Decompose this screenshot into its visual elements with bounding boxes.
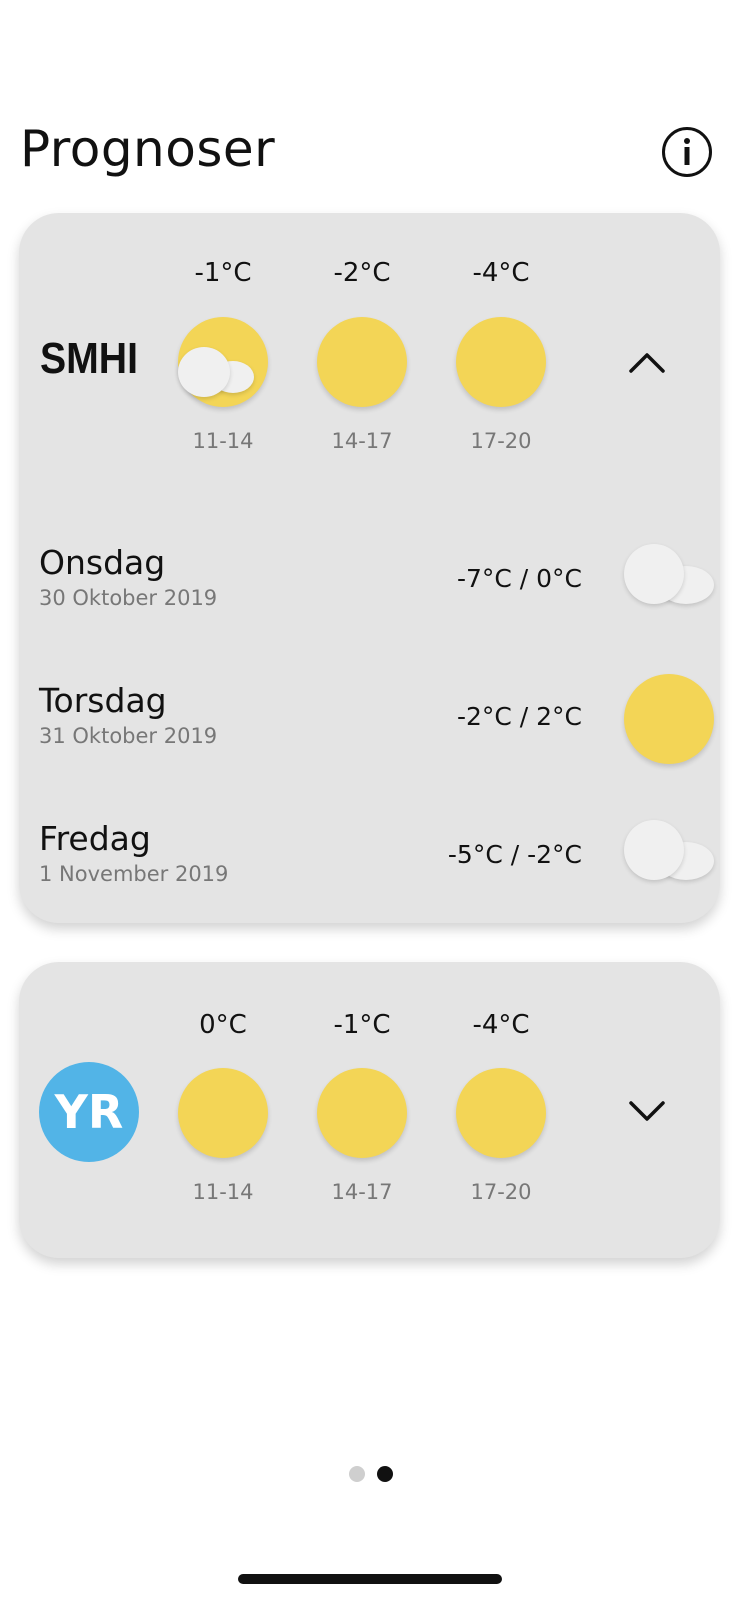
day-date: 30 Oktober 2019	[39, 586, 218, 610]
chevron-down-icon	[629, 1101, 665, 1121]
sun-icon	[178, 1068, 268, 1158]
collapse-button[interactable]	[617, 332, 677, 392]
page-title: Prognoser	[20, 120, 276, 178]
smhi-logo: SMHI	[40, 337, 138, 377]
hour-time: 14-17	[331, 1180, 393, 1204]
day-temp-range: -2°C / 2°C	[456, 702, 582, 731]
expand-button[interactable]	[617, 1082, 677, 1142]
page-indicator	[349, 1466, 393, 1482]
sun-icon	[456, 1068, 546, 1158]
chevron-up-icon	[629, 353, 665, 373]
hour-temp: -4°C	[472, 1010, 530, 1040]
day-name: Fredag	[39, 819, 151, 858]
home-indicator[interactable]	[238, 1574, 502, 1584]
day-row[interactable]: Torsdag 31 Oktober 2019 -2°C / 2°C	[39, 674, 714, 764]
day-name: Onsdag	[39, 543, 166, 582]
info-icon	[684, 138, 690, 165]
day-row[interactable]: Onsdag 30 Oktober 2019 -7°C / 0°C	[39, 543, 714, 626]
hour-temp: 0°C	[199, 1010, 247, 1040]
hour-time: 11-14	[192, 1180, 254, 1204]
day-temp-range: -5°C / -2°C	[447, 840, 582, 869]
hour-temp: -1°C	[194, 258, 252, 288]
day-name: Torsdag	[39, 681, 167, 720]
day-date: 31 Oktober 2019	[39, 724, 218, 748]
sun-icon	[624, 674, 714, 764]
yr-logo-text: YR	[54, 1085, 124, 1139]
page-dot[interactable]	[349, 1466, 365, 1482]
page-dot-active[interactable]	[377, 1466, 393, 1482]
hour-time: 14-17	[331, 429, 393, 453]
sun-icon	[317, 317, 407, 407]
hour-time: 17-20	[470, 429, 532, 453]
cloud-icon	[624, 812, 714, 902]
yr-logo: YR	[39, 1062, 139, 1162]
info-button[interactable]	[662, 127, 712, 177]
smhi-logo-text: SMHI	[40, 337, 138, 377]
forecast-card-smhi: SMHI -1°C 11-14 -2°C 14-17 -4°C 17-20 On…	[19, 213, 720, 923]
sun-icon	[317, 1068, 407, 1158]
hour-temp: -4°C	[472, 258, 530, 288]
sun-icon	[456, 317, 546, 407]
hour-temp: -2°C	[333, 258, 391, 288]
forecast-card-yr: YR 0°C 11-14 -1°C 14-17 -4°C 17-20	[19, 962, 720, 1258]
day-date: 1 November 2019	[39, 862, 229, 886]
partly-cloudy-icon	[178, 317, 268, 407]
day-temp-range: -7°C / 0°C	[456, 564, 582, 593]
hour-time: 11-14	[192, 429, 254, 453]
day-row[interactable]: Fredag 1 November 2019 -5°C / -2°C	[39, 819, 714, 902]
hour-time: 17-20	[470, 1180, 532, 1204]
hour-temp: -1°C	[333, 1010, 391, 1040]
cloud-icon	[624, 536, 714, 626]
